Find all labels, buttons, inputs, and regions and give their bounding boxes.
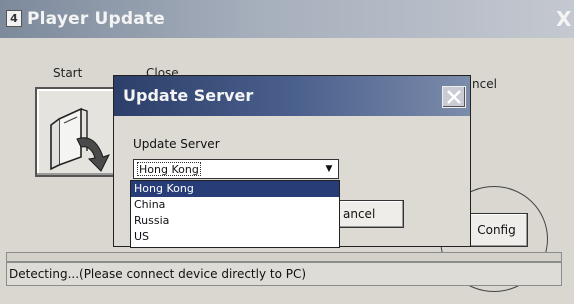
update-server-label: Update Server bbox=[133, 137, 220, 151]
app-icon: 4 bbox=[6, 10, 22, 27]
title-bar: 4 Player Update X bbox=[0, 0, 574, 38]
folder-arrow-icon bbox=[50, 107, 110, 172]
option-hong-kong[interactable]: Hong Kong bbox=[131, 181, 339, 197]
option-russia[interactable]: Russia bbox=[131, 213, 339, 229]
dialog-close-button[interactable] bbox=[442, 86, 466, 108]
server-select-value: Hong Kong bbox=[137, 162, 201, 176]
progress-bar bbox=[6, 252, 562, 262]
dialog-title-bar: Update Server bbox=[114, 76, 470, 116]
close-icon[interactable]: X bbox=[556, 10, 574, 30]
dialog-cancel-label: ancel bbox=[343, 207, 376, 221]
server-select[interactable]: Hong Kong ▼ bbox=[133, 159, 339, 179]
dialog-title: Update Server bbox=[123, 86, 254, 105]
start-label: Start bbox=[53, 66, 83, 80]
option-us[interactable]: US bbox=[131, 229, 339, 245]
option-china[interactable]: China bbox=[131, 197, 339, 213]
window-title: Player Update bbox=[27, 9, 166, 29]
close-icon bbox=[447, 90, 461, 104]
status-bar: Detecting...(Please connect device direc… bbox=[6, 262, 562, 286]
cancel-label: ncel bbox=[472, 77, 497, 91]
start-update-button[interactable] bbox=[35, 87, 122, 177]
server-dropdown-list: Hong Kong China Russia US bbox=[130, 180, 340, 248]
chevron-down-icon[interactable]: ▼ bbox=[321, 161, 337, 177]
config-button[interactable]: Config bbox=[465, 213, 528, 247]
